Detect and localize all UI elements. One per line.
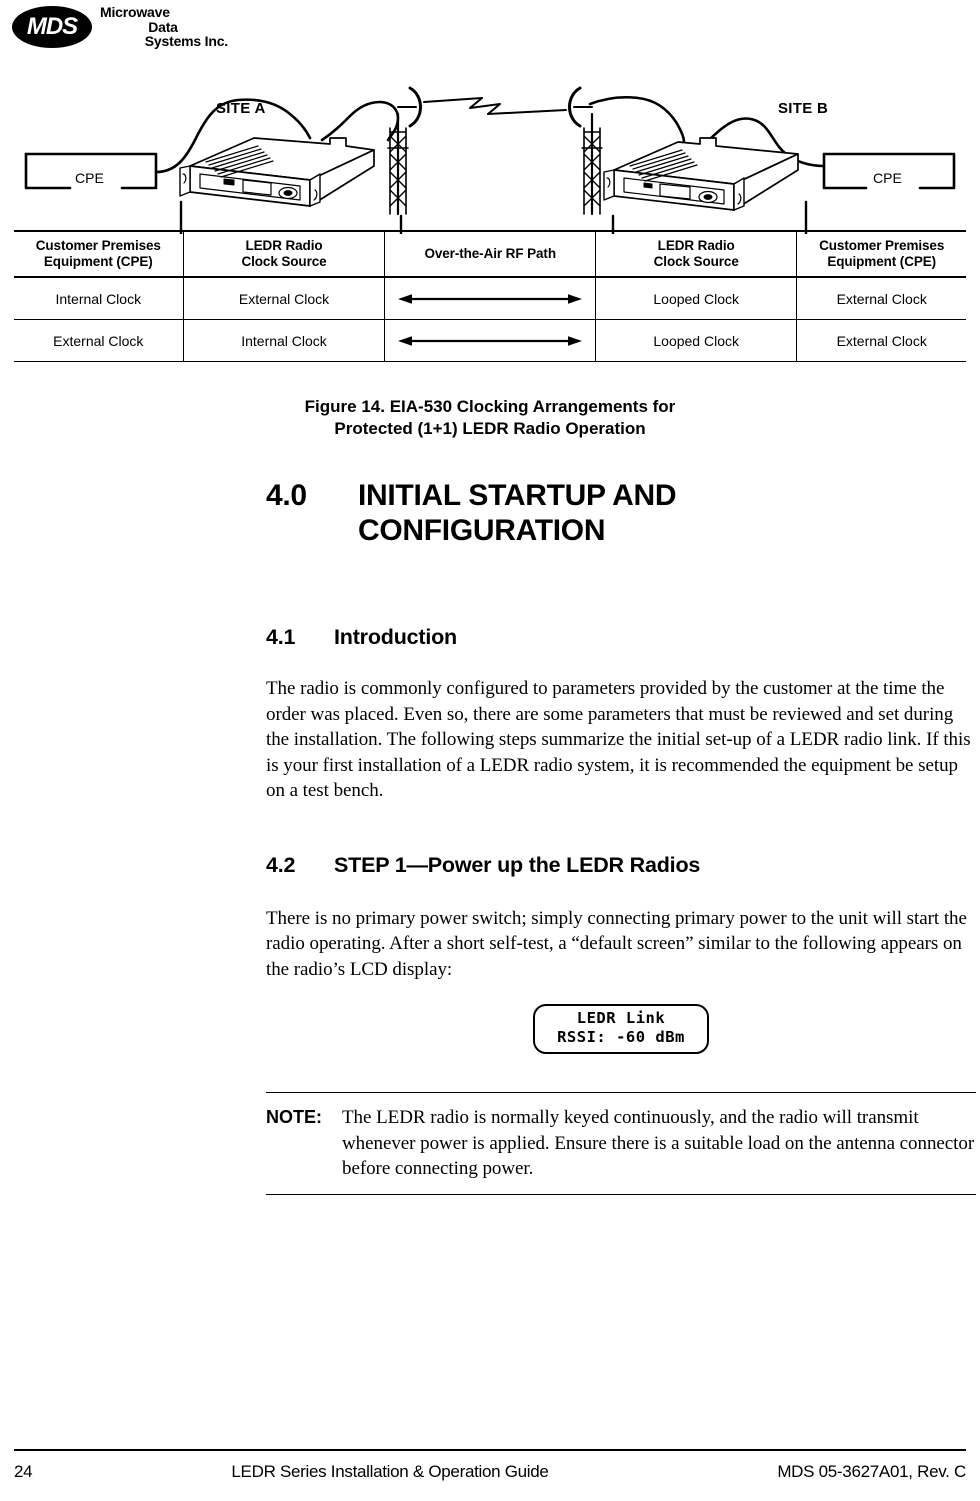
radio-chassis-left xyxy=(179,137,375,207)
tower-right xyxy=(581,112,603,216)
cell-clock-left: Internal Clock xyxy=(182,319,386,362)
company-name-line1: Microwave xyxy=(100,4,170,20)
lcd-display-figure: LEDR Link RSSI: -60 dBm xyxy=(266,1004,976,1054)
section-title-line2: CONFIGURATION xyxy=(358,514,606,547)
table-header-row: Customer Premises Equipment (CPE) LEDR R… xyxy=(14,231,966,277)
company-name: Microwave Data Systems Inc. xyxy=(98,5,228,49)
section-heading-4-2: 4.2 STEP 1—Power up the LEDR Radios xyxy=(266,852,976,878)
figure-caption-line2: Protected (1+1) LEDR Radio Operation xyxy=(334,419,646,438)
clocking-diagram: SITE A SITE B CPE CPE xyxy=(0,62,980,234)
section-heading-4-0: 4.0 INITIAL STARTUP AND CONFIGURATION xyxy=(266,478,976,548)
clocking-arrangement-table: Customer Premises Equipment (CPE) LEDR R… xyxy=(14,230,966,362)
header-line-1: LEDR Radio xyxy=(657,238,735,253)
table-row: External Clock Internal Clock Looped Clo… xyxy=(14,319,966,362)
table-row: Internal Clock External Clock Looped Clo… xyxy=(14,277,966,320)
cell-cpe-left: Internal Clock xyxy=(14,277,184,320)
header-line-2: Clock Source xyxy=(653,254,739,269)
cell-rf-path xyxy=(384,277,596,320)
tower-left xyxy=(387,112,409,216)
lcd-line-2: RSSI: -60 dBm xyxy=(557,1028,685,1046)
column-header-cpe-left: Customer Premises Equipment (CPE) xyxy=(14,231,184,277)
cell-clock-right: Looped Clock xyxy=(594,319,798,362)
site-a-label: SITE A xyxy=(216,100,266,117)
cpe-label-right: CPE xyxy=(868,170,907,186)
cable-radio-tower-left xyxy=(320,100,400,142)
company-name-line3: Systems Inc. xyxy=(144,33,228,49)
bidirectional-arrow-icon xyxy=(398,335,583,346)
section-title-4-2: STEP 1—Power up the LEDR Radios xyxy=(334,852,701,877)
column-header-clock-right: LEDR Radio Clock Source xyxy=(594,231,798,277)
figure-caption-line1: Figure 14. EIA-530 Clocking Arrangements… xyxy=(304,397,676,416)
cell-rf-path xyxy=(384,319,596,362)
header-line-1: LEDR Radio xyxy=(245,238,323,253)
table-header: Customer Premises Equipment (CPE) LEDR R… xyxy=(14,231,966,277)
header-line-1: Customer Premises xyxy=(819,238,945,253)
header-line-2: Equipment (CPE) xyxy=(43,254,153,269)
section-number-4-1: 4.1 xyxy=(266,625,296,649)
bidirectional-arrow-icon xyxy=(398,293,583,304)
cell-cpe-right: External Clock xyxy=(796,277,966,320)
company-name-line2: Data xyxy=(148,18,178,35)
page-header-logo: MDS Microwave Data Systems Inc. xyxy=(0,0,980,56)
header-line-2: Clock Source xyxy=(241,254,327,269)
cable-tower-radio-right xyxy=(588,95,686,144)
column-header-cpe-right: Customer Premises Equipment (CPE) xyxy=(796,231,966,277)
note-callout: NOTE: The LEDR radio is normally keyed c… xyxy=(266,1092,976,1195)
header-line-1: Customer Premises xyxy=(35,238,161,253)
paragraph-4-2-body: There is no primary power switch; simply… xyxy=(266,907,967,980)
page-footer: 24 LEDR Series Installation & Operation … xyxy=(14,1462,966,1482)
mds-logo-text: MDS xyxy=(26,13,78,40)
footer-page-number: 24 xyxy=(14,1462,33,1481)
cell-cpe-right: External Clock xyxy=(796,319,966,362)
lcd-screen: LEDR Link RSSI: -60 dBm xyxy=(533,1004,709,1054)
cell-clock-left: External Clock xyxy=(182,277,386,320)
footer-document-number: MDS 05-3627A01, Rev. C xyxy=(777,1462,966,1481)
radio-chassis-right xyxy=(603,137,799,211)
rf-path-bolt xyxy=(423,97,567,115)
diagram-svg xyxy=(24,86,956,234)
note-divider-bottom xyxy=(266,1193,976,1195)
cell-cpe-left: External Clock xyxy=(14,319,184,362)
section-number-4-2: 4.2 xyxy=(266,852,296,877)
cpe-label-left: CPE xyxy=(70,170,109,186)
footer-document-title: LEDR Series Installation & Operation Gui… xyxy=(231,1462,549,1481)
section-number-4-0: 4.0 xyxy=(266,479,307,512)
document-body: 4.0 INITIAL STARTUP AND CONFIGURATION 4.… xyxy=(266,478,976,1195)
footer-divider xyxy=(14,1449,966,1451)
note-text: The LEDR radio is normally keyed continu… xyxy=(342,1107,975,1179)
figure-caption: Figure 14. EIA-530 Clocking Arrangements… xyxy=(0,396,980,440)
table-body: Internal Clock External Clock Looped Clo… xyxy=(14,277,966,362)
column-header-clock-left: LEDR Radio Clock Source xyxy=(182,231,386,277)
note-content: NOTE: The LEDR radio is normally keyed c… xyxy=(266,1093,976,1194)
column-header-rf-path: Over-the-Air RF Path xyxy=(384,231,596,277)
header-line-2: Equipment (CPE) xyxy=(827,254,937,269)
section-title-line1: INITIAL STARTUP AND xyxy=(358,479,677,512)
note-label: NOTE: xyxy=(266,1107,322,1127)
header-line-1: Over-the-Air RF Path xyxy=(424,246,556,261)
cell-clock-right: Looped Clock xyxy=(594,277,798,320)
section-title-4-0: INITIAL STARTUP AND CONFIGURATION xyxy=(358,478,976,548)
site-b-label: SITE B xyxy=(778,100,829,117)
paragraph-4-1-body: The radio is commonly configured to para… xyxy=(266,678,971,801)
section-heading-4-1: 4.1 Introduction xyxy=(266,624,976,650)
section-title-4-1: Introduction xyxy=(334,625,457,649)
lcd-line-1: LEDR Link xyxy=(576,1009,666,1027)
